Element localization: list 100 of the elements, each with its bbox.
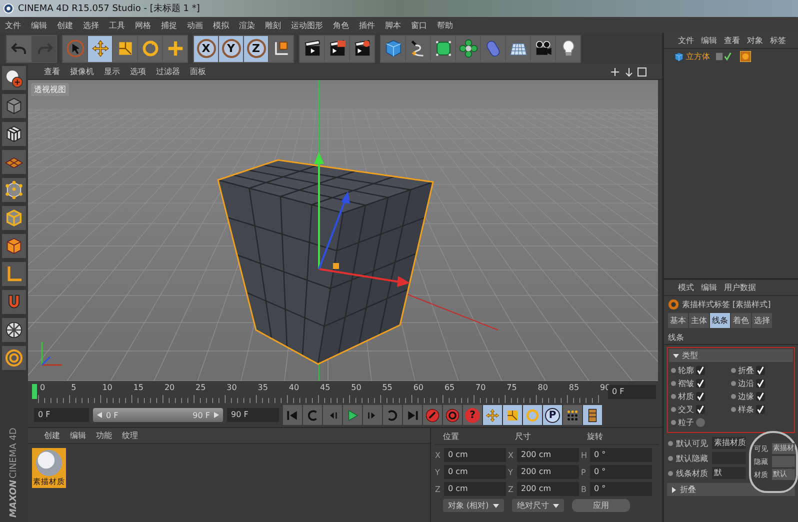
menu-item[interactable]: 插件	[359, 20, 375, 30]
menu-item[interactable]: 窗口	[411, 20, 427, 30]
animation-dot-icon[interactable]	[668, 456, 673, 460]
size-mode-dropdown[interactable]: 绝对尺寸	[512, 499, 564, 512]
tab[interactable]: 选择	[752, 313, 772, 328]
frame-field[interactable]: 0 F	[608, 385, 656, 399]
menu-item[interactable]: 摄像机	[70, 66, 94, 77]
axis-lock-button[interactable]: X	[194, 36, 218, 62]
size-field[interactable]: 200 cm	[517, 448, 579, 462]
start-frame-field[interactable]: 0 F	[34, 408, 89, 422]
arrow-left-icon[interactable]	[97, 412, 103, 418]
mode-button[interactable]	[2, 122, 26, 146]
menu-item[interactable]: 纹理	[122, 430, 138, 441]
rotation-field[interactable]: 0 °	[590, 448, 652, 462]
checkbox[interactable]	[756, 392, 765, 401]
toolbar-button[interactable]	[269, 36, 293, 62]
menu-item[interactable]: 功能	[96, 430, 112, 441]
menu-item[interactable]: 捕捉	[161, 20, 177, 30]
size-field[interactable]: 200 cm	[517, 482, 579, 496]
menu-item[interactable]: 选项	[130, 66, 146, 77]
axis-lock-button[interactable]: Y	[219, 36, 243, 62]
menu-item[interactable]: 编辑	[70, 430, 86, 441]
menu-item[interactable]: 用户数据	[724, 282, 756, 293]
animation-dot-icon[interactable]	[671, 381, 676, 386]
rotation-field[interactable]: 0 °	[590, 465, 652, 479]
arrow-right-icon[interactable]	[213, 412, 219, 418]
menu-item[interactable]: 创建	[44, 430, 60, 441]
menu-item[interactable]: 模式	[678, 282, 694, 293]
menu-item[interactable]: 选择	[83, 20, 99, 30]
animation-dot-icon[interactable]	[731, 368, 736, 373]
playback-button[interactable]	[583, 405, 602, 425]
axis-lock-button[interactable]: Z	[244, 36, 268, 62]
animation-dot-icon[interactable]	[671, 407, 676, 412]
position-field[interactable]: 0 cm	[444, 448, 506, 462]
checkbox[interactable]	[696, 405, 705, 414]
object-name[interactable]: 立方体	[686, 51, 710, 62]
mode-dropdown[interactable]: 对象 (相对)	[443, 499, 504, 512]
checkbox[interactable]	[696, 392, 705, 401]
mode-button[interactable]	[2, 318, 26, 342]
animation-dot-icon[interactable]	[671, 394, 676, 399]
animation-dot-icon[interactable]	[731, 407, 736, 412]
checkbox[interactable]	[696, 418, 705, 427]
menu-item[interactable]: 编辑	[31, 20, 47, 30]
animation-dot-icon[interactable]	[671, 420, 676, 425]
menu-item[interactable]: 网格	[135, 20, 151, 30]
menu-item[interactable]: 雕刻	[265, 20, 281, 30]
checkbox[interactable]	[696, 366, 705, 375]
key-button[interactable]: P	[543, 405, 562, 425]
menu-item[interactable]: 标签	[770, 35, 786, 46]
animation-dot-icon[interactable]	[731, 394, 736, 399]
material-link-field[interactable]: 素描材质	[712, 437, 746, 449]
tab[interactable]: 着色	[731, 313, 751, 328]
material-link-field[interactable]: 默	[712, 467, 746, 479]
mode-button[interactable]	[2, 66, 26, 90]
menu-item[interactable]: 对象	[747, 35, 763, 46]
menu-item[interactable]: 文件	[678, 35, 694, 46]
toolbar-button[interactable]	[350, 36, 374, 62]
key-button[interactable]: ?	[463, 405, 482, 425]
menu-item[interactable]: 文件	[5, 20, 21, 30]
menu-item[interactable]: 编辑	[701, 35, 717, 46]
menu-item[interactable]: 过滤器	[156, 66, 180, 77]
apply-button[interactable]: 应用	[572, 499, 630, 512]
menu-item[interactable]: 面板	[190, 66, 206, 77]
checkbox[interactable]	[756, 405, 765, 414]
tab[interactable]: 基本	[668, 313, 688, 328]
size-field[interactable]: 200 cm	[517, 465, 579, 479]
toolbar-button[interactable]	[531, 36, 555, 62]
animation-dot-icon[interactable]	[731, 381, 736, 386]
toolbar-button[interactable]	[406, 36, 430, 62]
position-field[interactable]: 0 cm	[444, 482, 506, 496]
tab[interactable]: 主体	[689, 313, 709, 328]
checkbox[interactable]	[756, 366, 765, 375]
animation-dot-icon[interactable]	[671, 368, 676, 373]
menu-item[interactable]: 渲染	[239, 20, 255, 30]
tab[interactable]: 线条	[710, 313, 730, 328]
rotation-field[interactable]: 0 °	[590, 482, 652, 496]
menu-item[interactable]: 查看	[44, 66, 60, 77]
end-frame-field[interactable]: 90 F	[227, 408, 279, 422]
animation-dot-icon[interactable]	[668, 470, 673, 476]
checkbox[interactable]	[696, 379, 705, 388]
playback-button[interactable]	[563, 405, 582, 425]
checkbox[interactable]	[756, 379, 765, 388]
menu-item[interactable]: 显示	[104, 66, 120, 77]
toolbar-button[interactable]	[325, 36, 349, 62]
animation-dot-icon[interactable]	[668, 440, 673, 446]
menu-item[interactable]: 工具	[109, 20, 125, 30]
menu-item[interactable]: 创建	[57, 20, 73, 30]
menu-item[interactable]: 角色	[333, 20, 349, 30]
menu-item[interactable]: 动画	[187, 20, 203, 30]
menu-item[interactable]: 编辑	[701, 282, 717, 293]
group-header[interactable]: 类型	[669, 349, 793, 362]
menu-item[interactable]: 模拟	[213, 20, 229, 30]
position-field[interactable]: 0 cm	[444, 465, 506, 479]
menu-item[interactable]: 脚本	[385, 20, 401, 30]
material-link-field[interactable]	[772, 456, 795, 467]
menu-item[interactable]: 运动图形	[291, 20, 323, 30]
mode-button[interactable]	[2, 178, 26, 202]
toolbar-button[interactable]	[300, 36, 324, 62]
menu-item[interactable]: 帮助	[437, 20, 453, 30]
menu-item[interactable]: 查看	[724, 35, 740, 46]
